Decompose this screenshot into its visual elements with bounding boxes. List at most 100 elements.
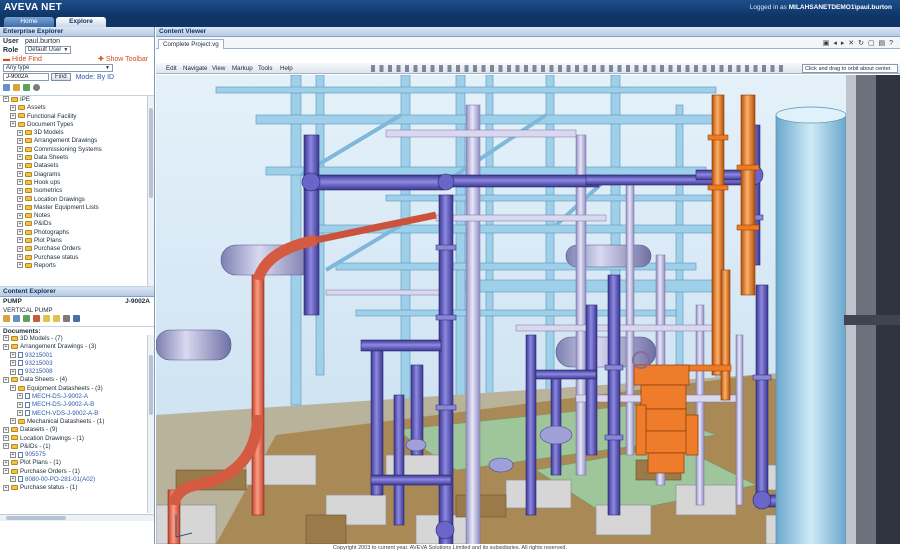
find-button[interactable]: Find — [50, 73, 71, 82]
bookmark-icon[interactable] — [12, 84, 20, 91]
tree-item[interactable]: + Commissioning Systems — [0, 146, 154, 154]
hide-find-link[interactable]: ▬ Hide Find — [3, 56, 42, 63]
tab-home[interactable]: Home — [4, 17, 54, 27]
tree-item[interactable]: + Reports — [0, 262, 154, 270]
open-icon[interactable] — [22, 315, 30, 322]
document-tree-item[interactable]: +93215003 — [0, 360, 154, 368]
tree-item[interactable]: + Master Equipment Lists — [0, 204, 154, 212]
expand-toggle-icon[interactable]: + — [3, 343, 9, 350]
expand-toggle-icon[interactable]: + — [10, 451, 16, 458]
prev-icon[interactable]: ◂ — [833, 40, 838, 47]
tree-item[interactable]: + Notes — [0, 212, 154, 220]
document-tree-item[interactable]: + MECH-DS-J-9002-A — [0, 393, 154, 401]
expand-toggle-icon[interactable]: + — [17, 137, 23, 144]
expand-toggle-icon[interactable]: + — [17, 254, 23, 260]
document-tree-item[interactable]: + P&IDs - (1) — [0, 443, 154, 451]
document-tree-item[interactable]: + Arrangement Drawings - (3) — [0, 343, 154, 351]
menu-tools[interactable]: Tools — [258, 63, 272, 74]
properties-icon[interactable] — [62, 315, 70, 322]
tree-item[interactable]: + IPE — [0, 96, 154, 104]
expand-toggle-icon[interactable]: + — [10, 104, 16, 111]
expand-toggle-icon[interactable]: + — [17, 229, 23, 236]
search-input[interactable] — [3, 73, 49, 82]
tree-scrollbar[interactable] — [147, 96, 154, 286]
expand-toggle-icon[interactable]: + — [3, 376, 9, 383]
expand-toggle-icon[interactable]: + — [3, 459, 9, 466]
tree-item[interactable]: + Plot Plans — [0, 237, 154, 245]
delete-icon[interactable] — [32, 315, 40, 322]
tree-item[interactable]: + Location Drawings — [0, 196, 154, 204]
expand-toggle-icon[interactable]: + — [17, 204, 23, 211]
next-icon[interactable]: ▸ — [841, 40, 846, 47]
refresh-icon[interactable] — [22, 84, 30, 91]
edit-icon[interactable] — [3, 315, 10, 322]
scroll-thumb[interactable] — [6, 516, 66, 520]
document-tree-item[interactable]: + Purchase status - (1) — [0, 484, 154, 492]
window-icon[interactable]: ▢ — [868, 40, 876, 47]
document-tree-item[interactable]: + MECH-VDS-J-9002-A-B — [0, 410, 154, 418]
menu-help[interactable]: Help — [280, 63, 293, 74]
tree-item[interactable]: + Purchase Orders — [0, 245, 154, 253]
expand-toggle-icon[interactable]: + — [3, 96, 9, 103]
expand-toggle-icon[interactable]: + — [10, 418, 16, 425]
content-tree-hscrollbar[interactable] — [0, 514, 154, 521]
export-icon[interactable]: ▤ — [879, 40, 887, 47]
document-tree-item[interactable]: + Datasets - (9) — [0, 426, 154, 434]
expand-toggle-icon[interactable]: + — [10, 112, 16, 119]
help-icon[interactable]: ? — [889, 40, 894, 47]
document-tree-item[interactable]: +3D Models - (7) — [0, 335, 154, 343]
refresh-icon[interactable]: ↻ — [858, 40, 865, 47]
document-tree-item[interactable]: + MECH-DS-J-9002-A-B — [0, 401, 154, 409]
tree-item[interactable]: + P&IDs — [0, 220, 154, 228]
expand-toggle-icon[interactable]: + — [17, 237, 23, 244]
content-tree-scrollbar[interactable] — [147, 335, 154, 513]
expand-toggle-icon[interactable]: + — [17, 154, 23, 161]
expand-toggle-icon[interactable]: + — [17, 212, 23, 219]
document-tree-item[interactable]: + Data Sheets - (4) — [0, 376, 154, 384]
document-tree-item[interactable]: +93215001 — [0, 352, 154, 360]
home-icon[interactable] — [3, 84, 10, 91]
expand-toggle-icon[interactable]: + — [3, 468, 9, 475]
role-select[interactable]: Default User ▼ — [24, 46, 72, 55]
expand-toggle-icon[interactable]: + — [17, 171, 23, 178]
tree-item[interactable]: + Diagrams — [0, 171, 154, 179]
document-tree-item[interactable]: + Purchase Orders - (1) — [0, 468, 154, 476]
expand-toggle-icon[interactable]: + — [3, 434, 9, 441]
tab-explore[interactable]: Explore — [56, 17, 106, 27]
print-icon[interactable]: ▣ — [823, 40, 831, 47]
tree-item[interactable]: + Isometrics — [0, 187, 154, 195]
expand-toggle-icon[interactable]: + — [10, 360, 16, 367]
expand-toggle-icon[interactable]: + — [17, 195, 23, 202]
folder-open-icon[interactable] — [52, 315, 60, 322]
tab-complete-project[interactable]: Complete Project.vg — [158, 39, 224, 49]
tree-item[interactable]: + Functional Facility — [0, 113, 154, 121]
mode-label[interactable]: Mode: By ID — [73, 74, 115, 81]
expand-toggle-icon[interactable]: + — [17, 262, 23, 269]
menu-edit[interactable]: Edit — [166, 63, 177, 74]
search-icon[interactable] — [32, 84, 40, 91]
expand-toggle-icon[interactable]: + — [17, 179, 23, 186]
expand-toggle-icon[interactable]: + — [17, 220, 23, 227]
document-tree-item[interactable]: +8080-00-PO-281-01(A02) — [0, 476, 154, 484]
expand-toggle-icon[interactable]: + — [10, 121, 16, 128]
tree-item[interactable]: + Document Types — [0, 121, 154, 129]
link-icon[interactable] — [12, 315, 20, 322]
expand-toggle-icon[interactable]: + — [10, 368, 16, 375]
scroll-thumb[interactable] — [149, 108, 153, 198]
close-icon[interactable]: ✕ — [848, 40, 855, 47]
expand-toggle-icon[interactable]: + — [3, 443, 9, 450]
menu-view[interactable]: View — [212, 63, 225, 74]
tree-item[interactable]: + Arrangement Drawings — [0, 137, 154, 145]
document-tree-item[interactable]: + Location Drawings - (1) — [0, 435, 154, 443]
tree-item[interactable]: + Hook ups — [0, 179, 154, 187]
expand-toggle-icon[interactable]: + — [17, 146, 23, 153]
expand-toggle-icon[interactable]: + — [17, 162, 23, 169]
expand-toggle-icon[interactable]: + — [10, 385, 16, 392]
tree-item[interactable]: + Assets — [0, 104, 154, 112]
print-icon[interactable] — [72, 315, 80, 322]
scroll-thumb[interactable] — [149, 355, 153, 415]
document-tree-item[interactable]: + Mechanical Datasheets - (1) — [0, 418, 154, 426]
tree-item[interactable]: + Purchase status — [0, 254, 154, 262]
plant-3d-scene[interactable] — [156, 75, 900, 544]
expand-toggle-icon[interactable]: + — [17, 393, 23, 400]
